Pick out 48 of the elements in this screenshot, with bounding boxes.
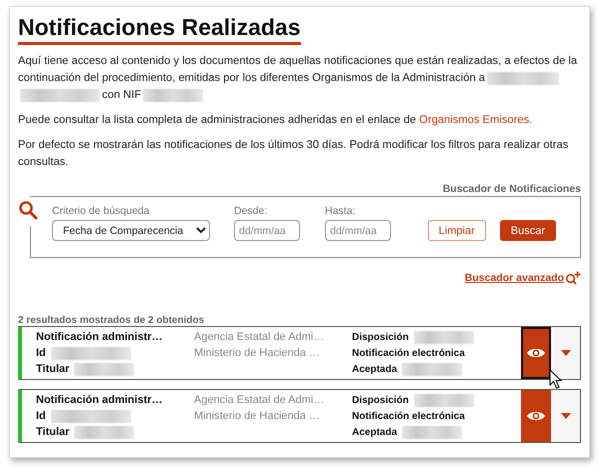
field-label: Titular xyxy=(36,426,70,438)
field-label: Id xyxy=(36,347,46,359)
redacted-block xyxy=(74,362,134,376)
link[interactable]: Organismos Emisores. xyxy=(419,114,532,126)
field-label: Aceptada xyxy=(352,426,398,438)
caret-icon xyxy=(560,413,570,419)
clear-button[interactable]: Limpiar xyxy=(428,220,486,241)
caret-icon xyxy=(560,350,570,356)
results-summary: 2 resultados mostrados de 2 obtenidos xyxy=(18,315,206,326)
field-label: Desde: xyxy=(234,205,268,217)
intro-text: continuación del procedimiento, emitidas por los diferentes Organismos de la Administración a xyxy=(18,71,486,86)
field-label: Disposición xyxy=(352,332,409,342)
redacted-block xyxy=(74,426,134,438)
date-field[interactable]: dd/mm/aa xyxy=(234,220,300,241)
page-title: Notificaciones Realizadas xyxy=(18,13,300,45)
field-label: Aceptada xyxy=(352,364,398,374)
field-label: Hasta: xyxy=(325,205,356,217)
redacted-block xyxy=(414,330,474,344)
paragraph: Puede consultar la lista completa de administraciones adheridas en el enlace de Organismos Emisores. xyxy=(18,113,534,128)
issuer-text: Agencia Estatal de Admi… xyxy=(194,394,324,406)
notification-type: Notificación electrónica xyxy=(352,410,465,422)
criterion-dropdown[interactable]: Fecha de Comparecencia xyxy=(52,220,210,241)
paragraph: Por defecto se mostrarán las notificaciones de los últimos 30 días. Podrá modificar los filtros para realizar otras consultas. xyxy=(18,138,570,170)
advanced-search-link[interactable]: Buscador avanzado xyxy=(464,272,564,284)
eye-icon xyxy=(526,409,546,423)
field-label: Id xyxy=(36,410,46,422)
redacted-block xyxy=(143,89,204,102)
search-button[interactable]: Buscar xyxy=(500,220,556,241)
field-label: Disposición xyxy=(352,394,409,406)
date-field[interactable]: dd/mm/aa xyxy=(325,220,391,241)
notification-type: Notificación electrónica xyxy=(352,348,465,358)
result-title[interactable]: Notificación administr… xyxy=(36,331,163,343)
redacted-block xyxy=(402,362,462,376)
intro-text: con NIF xyxy=(102,88,142,103)
field-label: Criterio de búsqueda xyxy=(52,205,150,217)
zoom-in-icon[interactable] xyxy=(565,271,581,285)
expand-button[interactable] xyxy=(551,327,580,379)
field-label: Titular xyxy=(36,363,70,375)
search-legend: Buscador de Notificaciones xyxy=(18,183,581,195)
redacted-block xyxy=(414,394,474,406)
issuer-text: Agencia Estatal de Admi… xyxy=(194,331,324,343)
eye-icon xyxy=(526,346,546,360)
search-icon xyxy=(18,200,38,220)
redacted-block xyxy=(402,426,462,438)
ministry-text: Ministerio de Hacienda … xyxy=(194,410,320,422)
intro-text: Aquí tiene acceso al contenido y los documentos de aquellas notificaciones que están realizadas, a efectos de la xyxy=(18,54,578,69)
ministry-text: Ministerio de Hacienda … xyxy=(194,347,320,359)
result-title[interactable]: Notificación administr… xyxy=(36,394,163,406)
